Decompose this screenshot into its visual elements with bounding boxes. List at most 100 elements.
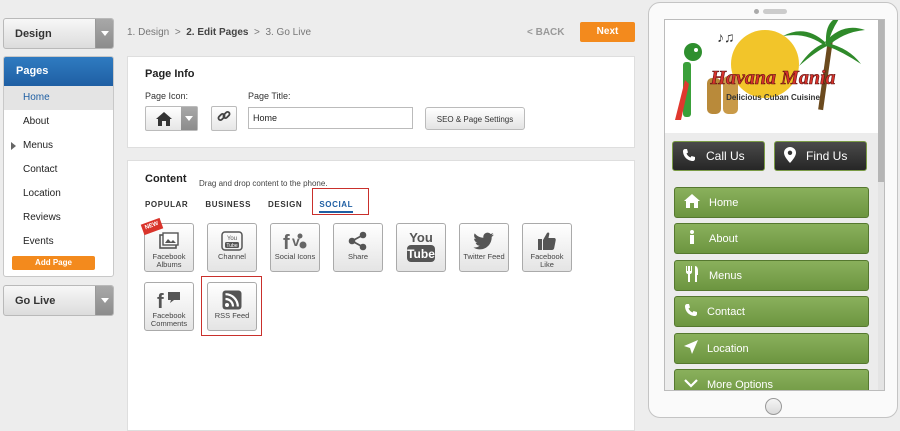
widget-channel[interactable]: You Tube Channel <box>207 223 257 272</box>
page-title-input[interactable] <box>248 107 413 129</box>
seo-settings-button[interactable]: SEO & Page Settings <box>425 107 525 130</box>
sidebar-item-reviews[interactable]: Reviews <box>4 206 113 230</box>
sidebar-item-events[interactable]: Events <box>4 230 113 254</box>
widget-facebook-comments[interactable]: f Facebook Comments <box>144 282 194 331</box>
phone-menu-label: Contact <box>707 305 745 318</box>
golive-dropdown[interactable]: Go Live <box>3 285 114 316</box>
phone-menu-label: More Options <box>707 378 774 391</box>
svg-text:You: You <box>409 230 433 245</box>
phone-menu-menus[interactable]: Menus <box>674 260 869 291</box>
sidebar-item-label: Menus <box>23 140 54 151</box>
widget-label: Facebook Comments <box>150 311 188 328</box>
share-icon <box>334 224 382 253</box>
phone-icon <box>682 148 696 165</box>
widget-label: Twitter Feed <box>463 252 505 261</box>
golive-dropdown-label: Go Live <box>15 294 56 307</box>
sidebar-item-label: About <box>23 116 50 127</box>
link-icon <box>217 109 231 128</box>
phone-menu-home[interactable]: Home <box>674 187 869 218</box>
widget-label: Facebook Like <box>530 252 564 269</box>
chevron-down-icon[interactable] <box>95 19 113 48</box>
link-button[interactable] <box>211 106 237 131</box>
sidebar-item-about[interactable]: About <box>4 110 113 134</box>
widget-label: Share <box>347 252 368 261</box>
step-edit-pages: 2. Edit Pages <box>186 27 249 38</box>
sidebar-item-contact[interactable]: Contact <box>4 158 113 182</box>
sidebar-item-label: Location <box>23 188 61 199</box>
back-button[interactable]: < BACK <box>527 27 565 38</box>
svg-text:Tube: Tube <box>407 247 435 261</box>
page-info-title: Page Info <box>145 68 195 80</box>
phone-menu-contact[interactable]: Contact <box>674 296 869 327</box>
social-tab-highlight <box>312 188 369 215</box>
tab-popular[interactable]: POPULAR <box>145 200 188 213</box>
chevron-down-icon[interactable] <box>95 286 113 315</box>
pages-panel: Pages Home About Menus Contact Location … <box>3 56 114 277</box>
phone-menu-more-options[interactable]: More Options <box>674 369 869 391</box>
page-icon-label: Page Icon: <box>145 91 189 101</box>
phone-preview: ♪♫ Havana Mania Delicious Cuban Cuisine … <box>648 2 898 418</box>
design-dropdown-label: Design <box>15 27 52 40</box>
step-go-live[interactable]: 3. Go Live <box>265 27 311 38</box>
content-card: Content Drag and drop content to the pho… <box>127 160 635 431</box>
svg-text:♪♫: ♪♫ <box>717 31 735 46</box>
facebook-comments-icon: f <box>145 283 193 312</box>
expand-arrow-icon[interactable] <box>11 142 16 150</box>
sidebar-item-label: Contact <box>23 164 58 175</box>
widget-youtube[interactable]: You Tube <box>396 223 446 272</box>
page-icon-select[interactable] <box>145 106 198 131</box>
home-icon <box>146 107 181 130</box>
call-us-label: Call Us <box>706 149 745 163</box>
widget-facebook-like[interactable]: Facebook Like <box>522 223 572 272</box>
step-separator: > <box>174 27 181 38</box>
logo-title: Havana Mania <box>709 67 835 89</box>
sidebar-item-menus[interactable]: Menus <box>4 134 113 158</box>
widget-twitter-feed[interactable]: Twitter Feed <box>459 223 509 272</box>
phone-menu-about[interactable]: About <box>674 223 869 254</box>
breadcrumb: 1. Design > 2. Edit Pages > 3. Go Live <box>127 27 311 38</box>
tab-business[interactable]: BUSINESS <box>205 200 251 213</box>
sidebar-item-home[interactable]: Home <box>4 86 113 110</box>
phone-screen: ♪♫ Havana Mania Delicious Cuban Cuisine … <box>664 19 885 391</box>
pages-header: Pages <box>4 57 113 86</box>
home-icon <box>684 194 700 211</box>
chevron-down-icon[interactable] <box>181 107 197 130</box>
phone-menu: Call Us Find Us Home About Menus Contact… <box>665 133 880 391</box>
find-us-label: Find Us <box>806 149 848 163</box>
widget-share[interactable]: Share <box>333 223 383 272</box>
step-design[interactable]: 1. Design <box>127 27 169 38</box>
phone-scrollbar-thumb[interactable] <box>878 20 884 182</box>
widget-social-icons[interactable]: fv Social Icons <box>270 223 320 272</box>
design-dropdown[interactable]: Design <box>3 18 114 49</box>
add-page-button[interactable]: Add Page <box>12 256 95 270</box>
logo-tagline: Delicious Cuban Cuisine <box>726 93 820 102</box>
widget-label: Channel <box>218 252 246 261</box>
phone-menu-location[interactable]: Location <box>674 333 869 364</box>
find-us-button[interactable]: Find Us <box>774 141 867 171</box>
sidebar-item-label: Home <box>23 92 50 103</box>
sidebar-item-label: Reviews <box>23 212 61 223</box>
tab-design[interactable]: DESIGN <box>268 200 302 213</box>
svg-text:f: f <box>157 291 164 310</box>
next-button[interactable]: Next <box>580 22 635 42</box>
youtube-channel-icon: You Tube <box>208 224 256 253</box>
svg-text:Tube: Tube <box>226 243 237 249</box>
call-us-button[interactable]: Call Us <box>672 141 765 171</box>
navigation-arrow-icon <box>684 340 698 357</box>
content-subtitle: Drag and drop content to the phone. <box>199 179 328 188</box>
info-icon <box>684 230 700 247</box>
page-title-label: Page Title: <box>248 91 291 101</box>
sidebar-item-label: Events <box>23 236 54 247</box>
widget-facebook-albums[interactable]: NEW Facebook Albums <box>140 217 194 272</box>
social-icons-icon: fv <box>271 224 319 253</box>
content-title: Content <box>145 173 187 185</box>
youtube-icon: You Tube <box>397 224 445 268</box>
camera-icon <box>754 9 759 14</box>
svg-text:You: You <box>227 236 237 242</box>
widget-label: Facebook Albums <box>152 252 186 269</box>
phone-menu-label: Home <box>709 196 739 209</box>
sidebar-item-location[interactable]: Location <box>4 182 113 206</box>
chevron-down-icon <box>684 378 698 390</box>
svg-text:f: f <box>283 232 290 252</box>
page-info-card: Page Info Page Icon: Page Title: SEO & P… <box>127 56 635 148</box>
